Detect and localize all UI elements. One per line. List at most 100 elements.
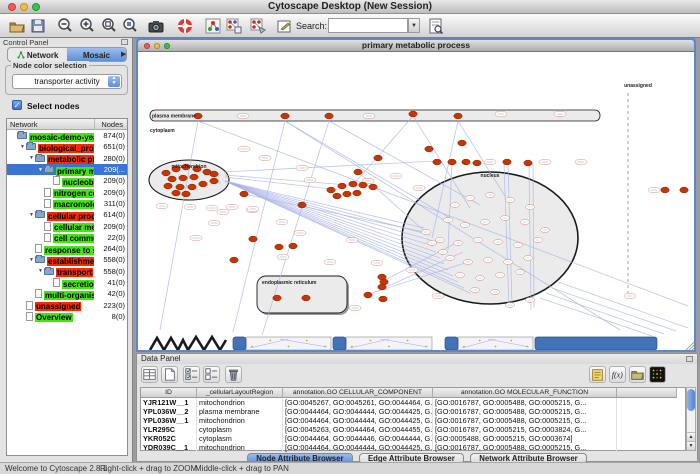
expand-arrow-icon[interactable]: ▼	[19, 144, 26, 150]
network-node[interactable]	[343, 191, 351, 197]
save-icon[interactable]	[29, 17, 47, 35]
zoom-out-icon[interactable]	[56, 17, 74, 35]
network-node[interactable]	[458, 140, 466, 146]
table-row-ypl036w-2[interactable]: YPL036W__2plasma membrane[GO:0044464, GO…	[141, 407, 685, 416]
minimized-network-thumbnail[interactable]	[246, 337, 331, 350]
resize-grip-icon[interactable]	[692, 348, 694, 350]
select-nodes-checkbox[interactable]: ✓	[12, 100, 22, 110]
network-node[interactable]	[298, 202, 306, 208]
network-node[interactable]	[338, 183, 346, 189]
annotation-icon[interactable]	[275, 17, 293, 35]
float-panel-icon[interactable]	[121, 39, 128, 45]
minimized-window-bar[interactable]	[445, 337, 458, 350]
network-node[interactable]	[349, 181, 357, 187]
tree-row-overview[interactable]: Overview8(0)	[7, 311, 127, 322]
network-node[interactable]	[281, 113, 289, 119]
tree-column-network[interactable]: Network	[10, 120, 38, 129]
column-header-id[interactable]: ID	[141, 388, 197, 398]
network-blue-icon[interactable]	[249, 17, 267, 35]
network-node[interactable]	[289, 243, 297, 249]
open-icon[interactable]	[8, 17, 26, 35]
network-node[interactable]	[425, 146, 433, 152]
network-node[interactable]	[249, 236, 257, 242]
network-node[interactable]	[454, 113, 462, 119]
network-node[interactable]	[524, 160, 532, 166]
network-node[interactable]	[354, 169, 362, 175]
import-folder-icon[interactable]	[629, 366, 646, 383]
zoom-fit-icon[interactable]	[121, 17, 139, 35]
network-node[interactable]	[364, 292, 372, 298]
table-row-yjr121w-1[interactable]: YJR121W__1mitochondrion[GO:0045267, GO:0…	[141, 398, 685, 407]
select-attributes-icon[interactable]	[183, 366, 200, 383]
network-node[interactable]	[240, 191, 248, 197]
network-node[interactable]	[190, 174, 198, 180]
table-scrollbar[interactable]: ▲ ▼	[686, 387, 696, 451]
expand-arrow-icon[interactable]: ▼	[37, 167, 44, 173]
cell[interactable]: YLR295C	[141, 425, 197, 434]
network-node[interactable]	[210, 171, 218, 177]
new-attribute-icon[interactable]	[161, 366, 178, 383]
network-node[interactable]	[369, 184, 377, 190]
cell[interactable]: YJR121W__1	[141, 398, 197, 407]
network-node[interactable]	[325, 113, 333, 119]
network-node[interactable]	[661, 187, 669, 193]
table-row-ypl036w-1[interactable]: YPL036W__1mitochondrion[GO:0044464, GO:0…	[141, 416, 685, 425]
column-header-annotation-go-cellular-component[interactable]: annotation.GO CELLULAR_COMPONENT	[283, 388, 433, 398]
scroll-up-icon[interactable]: ▲	[687, 432, 695, 441]
zoom-selected-icon[interactable]	[100, 17, 118, 35]
network-node[interactable]	[433, 159, 441, 165]
network-node[interactable]	[379, 296, 387, 302]
tab-network[interactable]: Network	[8, 48, 67, 61]
network-node[interactable]	[359, 182, 367, 188]
expand-arrow-icon[interactable]: ▼	[28, 212, 35, 218]
node-color-dropdown[interactable]: transporter activity ▲▼	[12, 74, 122, 89]
network-node[interactable]	[176, 184, 184, 190]
cell[interactable]: mitochondrion	[197, 416, 283, 425]
cell[interactable]: YPL036W__2	[141, 407, 197, 416]
help-icon[interactable]	[176, 17, 194, 35]
network-node[interactable]	[273, 295, 281, 301]
cell[interactable]: [GO:0016787, GO:0005215, GO:0003824, G..…	[433, 425, 617, 434]
tab-mosaic[interactable]: Mosaic	[67, 48, 126, 61]
cell[interactable]: [GO:0044464, GO:0044446, GO:0044444, G..…	[283, 434, 433, 443]
snapshot-icon[interactable]	[147, 17, 165, 35]
cell[interactable]: mitochondrion	[197, 398, 283, 407]
float-data-panel-icon[interactable]	[686, 356, 693, 362]
notes-icon[interactable]	[589, 366, 606, 383]
network-node[interactable]	[172, 190, 180, 196]
minimized-window-bar[interactable]	[535, 337, 657, 350]
network-node[interactable]	[162, 170, 170, 176]
attribute-table-icon[interactable]	[141, 366, 158, 383]
expand-arrow-icon[interactable]: ▼	[28, 155, 35, 161]
table-row-ykr052c[interactable]: YKR052Ccytoplasm[GO:0044464, GO:0044446,…	[141, 434, 685, 443]
tree-column-nodes[interactable]: Nodes	[101, 120, 123, 129]
network-node[interactable]	[473, 160, 481, 166]
network-node[interactable]	[378, 284, 386, 290]
search-dropdown-arrow[interactable]: ▼	[408, 18, 420, 33]
network-node[interactable]	[164, 183, 172, 189]
cell[interactable]: YPL036W__1	[141, 416, 197, 425]
network-node[interactable]	[353, 190, 361, 196]
cell[interactable]: [GO:0045263, GO:0044464, GO:0044455, G..…	[283, 425, 433, 434]
network-node[interactable]	[188, 184, 196, 190]
column-header-annotation-go-molecular-function[interactable]: annotation.GO MOLECULAR_FUNCTION	[433, 388, 617, 398]
cell[interactable]: [GO:0016787, GO:0005488, GO:0005215, G..…	[433, 416, 617, 425]
matrix-icon[interactable]	[649, 366, 666, 383]
table-row-ylr295c[interactable]: YLR295Ccytoplasm[GO:0045263, GO:0044464,…	[141, 425, 685, 434]
cell[interactable]: [GO:0045267, GO:0045261, GO:0044464, G..…	[283, 398, 433, 407]
network-node[interactable]	[680, 187, 688, 193]
cell[interactable]: cytoplasm	[197, 425, 283, 434]
expand-arrow-icon[interactable]: ▼	[37, 268, 44, 274]
network-node[interactable]	[199, 181, 207, 187]
function-icon[interactable]: f(x)	[609, 366, 626, 383]
network-node[interactable]	[302, 295, 310, 301]
network-node[interactable]	[333, 193, 341, 199]
column-header-cellularlayoutregion[interactable]: _cellularLayoutRegion	[197, 388, 283, 398]
network-node[interactable]	[182, 191, 190, 197]
search-options-icon[interactable]	[427, 17, 445, 35]
network-node[interactable]	[409, 111, 417, 117]
cell[interactable]: [GO:0005488, GO:0005215, GO:0003674]	[433, 434, 617, 443]
network-node[interactable]	[230, 257, 238, 263]
cell[interactable]: [GO:0044464, GO:0044444, GO:0044425, G..…	[283, 416, 433, 425]
zoom-in-icon[interactable]	[78, 17, 96, 35]
